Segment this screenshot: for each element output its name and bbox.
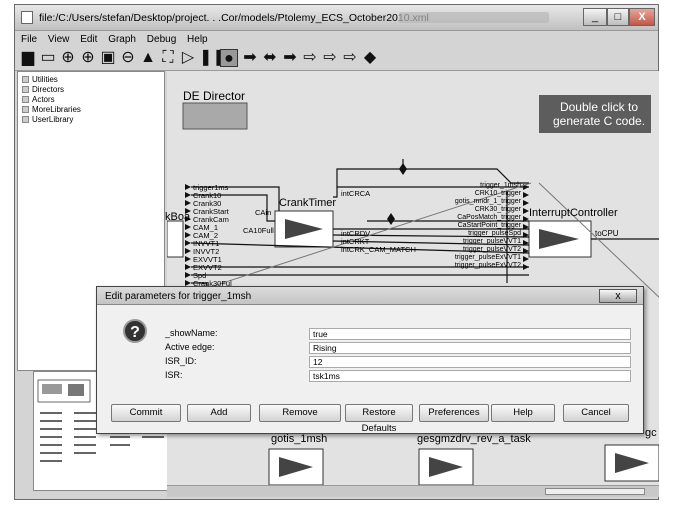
- folder-icon: [22, 96, 29, 103]
- zoom-fit-icon[interactable]: ▣: [99, 49, 117, 67]
- minimize-button[interactable]: _: [583, 8, 607, 26]
- tree-item-actors[interactable]: Actors: [22, 95, 55, 104]
- blurred-menu-area: [399, 12, 549, 23]
- zoom-in-icon[interactable]: ⊕: [59, 49, 77, 67]
- fullscreen-icon[interactable]: ⛶: [159, 49, 177, 67]
- menu-view[interactable]: View: [48, 32, 70, 47]
- crank-timer-label: CrankTimer: [279, 197, 337, 209]
- isr-field[interactable]: tsk1ms: [309, 370, 631, 382]
- zoom-reset-icon[interactable]: ⊕: [79, 49, 97, 67]
- tree-item-morelibraries[interactable]: MoreLibraries: [22, 105, 81, 114]
- isr-id-field[interactable]: 12: [309, 356, 631, 368]
- run-icon[interactable]: ▷: [179, 49, 197, 67]
- print-icon[interactable]: ▭: [39, 49, 57, 67]
- help-button[interactable]: Help: [491, 404, 555, 422]
- folder-icon: [22, 106, 29, 113]
- showname-field[interactable]: true: [309, 328, 631, 340]
- arrow-left-icon[interactable]: ➡: [281, 49, 299, 67]
- crank-port-label: CA10Full: [243, 226, 274, 235]
- menu-debug[interactable]: Debug: [147, 32, 176, 47]
- commit-button[interactable]: Commit: [111, 404, 181, 422]
- menu-edit[interactable]: Edit: [80, 32, 97, 47]
- note-text: Double click to generate C code.: [552, 100, 646, 128]
- zoom-out-icon[interactable]: ⊖: [119, 49, 137, 67]
- menu-file[interactable]: File: [21, 32, 37, 47]
- toolbar: ▆ ▭ ⊕ ⊕ ▣ ⊖ ▲ ⛶ ▷ ❚❚ ● ➡ ⬌ ➡ ⇨ ⇨ ⇨ ◆: [15, 47, 658, 71]
- pause-icon[interactable]: ❚❚: [199, 49, 226, 67]
- outline-arrow-icon[interactable]: ⇨: [341, 49, 359, 67]
- bottom-actor-label: gc: [645, 427, 657, 439]
- dialog-close-button[interactable]: x: [599, 289, 637, 303]
- save-icon[interactable]: ▆: [19, 49, 37, 67]
- menu-help[interactable]: Help: [187, 32, 208, 47]
- bottom-actor-label: gesgmzdrv_rev_a_task: [417, 433, 531, 445]
- tree-item-directors[interactable]: Directors: [22, 85, 64, 94]
- double-arrow-icon[interactable]: ⇨: [321, 49, 339, 67]
- remove-button[interactable]: Remove: [259, 404, 341, 422]
- dialog-title-bar: Edit parameters for trigger_1msh x: [97, 287, 643, 305]
- folder-icon: [22, 116, 29, 123]
- diamond-icon[interactable]: ◆: [361, 49, 379, 67]
- field-label-showname: _showName:: [165, 328, 218, 338]
- window-title: file:/C:/Users/stefan/Desktop/project. .…: [39, 12, 429, 24]
- folder-icon: [22, 76, 29, 83]
- flag-icon[interactable]: ⬌: [261, 49, 279, 67]
- document-icon: [21, 11, 33, 24]
- stop-icon[interactable]: ●: [220, 49, 238, 67]
- menu-graph[interactable]: Graph: [108, 32, 136, 47]
- director-box: [182, 102, 248, 130]
- edit-parameters-dialog: Edit parameters for trigger_1msh x ? _sh…: [96, 286, 644, 434]
- add-button[interactable]: Add: [187, 404, 251, 422]
- interrupt-controller-label: InterruptController: [529, 207, 618, 219]
- restore-defaults-button[interactable]: Restore Defaults: [345, 404, 413, 434]
- cancel-button[interactable]: Cancel: [563, 404, 629, 422]
- stop-triangle-icon[interactable]: ▲: [139, 49, 157, 67]
- field-label-isr-id: ISR_ID:: [165, 356, 197, 366]
- ic-input-labels: trigger_1msh CRK10_trigger gotis_mndr_1_…: [454, 182, 521, 269]
- field-label-isr: ISR:: [165, 370, 183, 380]
- left-actor-fragment: kBoa: [165, 211, 191, 223]
- question-icon: ?: [123, 319, 147, 343]
- scrollbar-thumb[interactable]: [545, 488, 645, 495]
- menu-bar: File View Edit Graph Debug Help: [15, 32, 658, 47]
- field-label-active-edge: Active edge:: [165, 342, 215, 352]
- tree-item-utilities[interactable]: Utilities: [22, 75, 58, 84]
- arrow-right-icon[interactable]: ➡: [241, 49, 259, 67]
- folder-icon: [22, 86, 29, 93]
- ic-output-label: toCPU: [595, 229, 619, 238]
- bottom-actor-label: gotis_1msh: [271, 433, 328, 445]
- preferences-button[interactable]: Preferences: [419, 404, 489, 422]
- horizontal-scrollbar[interactable]: [167, 485, 659, 497]
- bidirectional-icon[interactable]: ⇨: [301, 49, 319, 67]
- tree-item-userlibrary[interactable]: UserLibrary: [22, 115, 73, 124]
- junction-diamond: [399, 163, 407, 175]
- junction-diamond: [387, 213, 395, 225]
- active-edge-field[interactable]: Rising: [309, 342, 631, 354]
- title-bar: file:/C:/Users/stefan/Desktop/project. .…: [15, 5, 658, 31]
- maximize-button[interactable]: □: [607, 8, 629, 26]
- close-button[interactable]: X: [629, 8, 655, 26]
- crank-port-label: CAin: [255, 208, 272, 217]
- director-label: DE Director: [183, 89, 246, 103]
- input-ports: [185, 184, 191, 286]
- dialog-title: Edit parameters for trigger_1msh: [105, 291, 252, 302]
